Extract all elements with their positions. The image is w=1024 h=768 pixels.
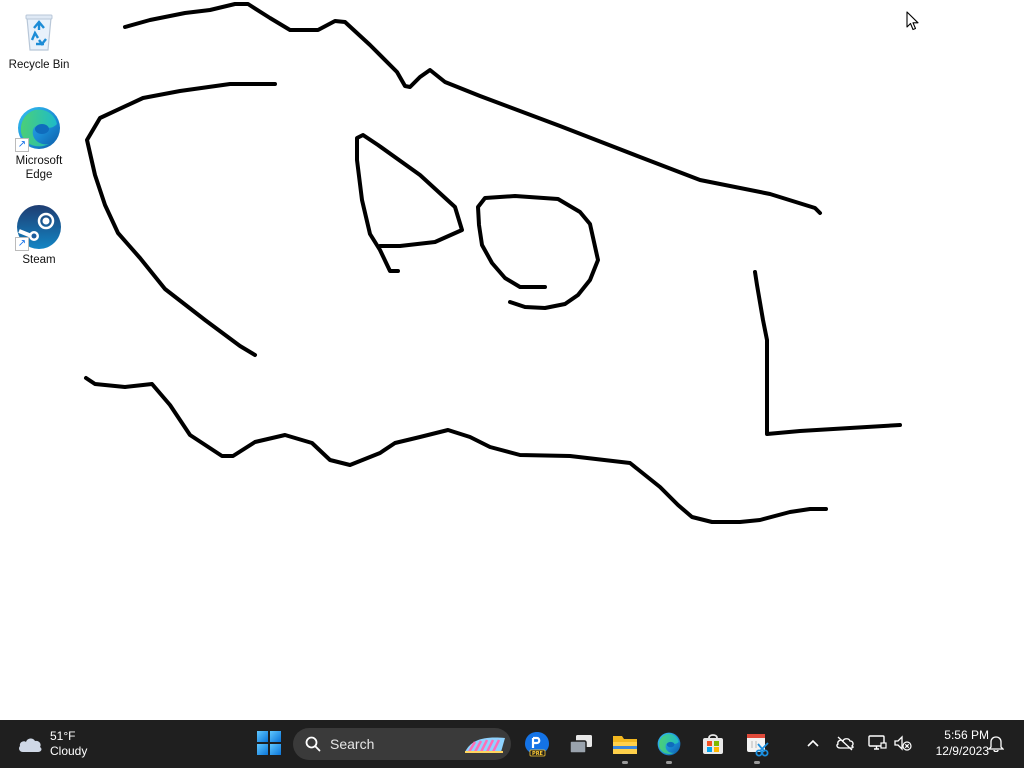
onedrive-off-icon xyxy=(836,736,854,751)
stroke-letter-o xyxy=(476,194,600,310)
desktop[interactable]: Recycle Bin ↗ Microsoft Edge ↗ Steam xyxy=(0,0,1024,720)
weather-condition: Cloudy xyxy=(50,744,88,758)
desktop-icon-recycle-bin[interactable]: Recycle Bin xyxy=(3,8,75,72)
snipping-tool-icon xyxy=(747,734,769,757)
tray-volume[interactable] xyxy=(892,732,914,754)
edge-icon: ↗ xyxy=(15,104,63,152)
clock-time: 5:56 PM xyxy=(944,728,989,742)
taskbar-snipping-tool[interactable] xyxy=(741,728,773,764)
taskbar-microsoft-edge[interactable] xyxy=(653,728,685,764)
stroke-letter-l xyxy=(753,270,902,436)
photoshop-icon: PRE xyxy=(525,732,549,757)
shortcut-arrow-icon: ↗ xyxy=(15,237,29,251)
running-indicator xyxy=(754,761,760,764)
taskbar-app-photoshop-express[interactable]: PRE xyxy=(521,728,553,760)
steam-label: Steam xyxy=(22,254,56,266)
search-icon xyxy=(305,736,321,752)
weather-temperature: 51°F xyxy=(50,729,76,743)
weather-widget[interactable]: 51°F Cloudy xyxy=(16,728,87,760)
stroke-bottom-wave xyxy=(84,376,828,524)
search-label: Search xyxy=(330,736,375,752)
system-clock[interactable]: 5:56 PM 12/9/2023 xyxy=(919,727,989,759)
running-indicator xyxy=(622,761,628,764)
photoshop-badge: PRE xyxy=(532,751,544,757)
taskbar-file-explorer[interactable] xyxy=(609,728,641,764)
tray-onedrive[interactable] xyxy=(834,732,856,754)
taskbar-microsoft-store[interactable] xyxy=(697,728,729,760)
recycle-bin-label: Recycle Bin xyxy=(8,59,70,71)
show-hidden-icons-button[interactable] xyxy=(802,732,824,754)
volume-muted-icon xyxy=(894,735,912,751)
folder-icon xyxy=(613,736,637,754)
chevron-up-icon xyxy=(807,739,819,747)
desktop-icon-steam[interactable]: ↗ Steam xyxy=(3,203,75,267)
taskbar-search-box[interactable]: Search xyxy=(293,728,511,760)
tray-network[interactable] xyxy=(866,732,888,754)
clock-date: 12/9/2023 xyxy=(935,744,989,758)
search-highlight-icon xyxy=(465,737,505,753)
bell-icon xyxy=(988,736,1004,752)
cloud-icon xyxy=(19,738,42,752)
desktop-icon-microsoft-edge[interactable]: ↗ Microsoft Edge xyxy=(3,104,75,182)
stroke-letter-a xyxy=(355,133,464,273)
recycle-bin-icon xyxy=(15,8,63,56)
stroke-top-outline xyxy=(123,2,822,215)
shortcut-arrow-icon: ↗ xyxy=(15,138,29,152)
mouse-cursor-icon xyxy=(906,11,919,31)
edge-icon xyxy=(657,732,681,756)
store-icon xyxy=(703,734,723,754)
task-view-icon xyxy=(569,735,592,754)
notification-center-button[interactable] xyxy=(985,732,1007,754)
start-button[interactable] xyxy=(256,730,282,756)
microsoft-edge-label: Microsoft Edge xyxy=(15,155,63,181)
freehand-drawing xyxy=(84,2,902,524)
running-indicator xyxy=(666,761,672,764)
taskbar: 51°F Cloudy Search PRE 5:56 PM 12/9/2023 xyxy=(0,720,1024,768)
stroke-left-curve xyxy=(85,82,277,357)
steam-icon: ↗ xyxy=(15,203,63,251)
network-icon xyxy=(868,735,887,750)
taskbar-task-view[interactable] xyxy=(565,728,597,760)
